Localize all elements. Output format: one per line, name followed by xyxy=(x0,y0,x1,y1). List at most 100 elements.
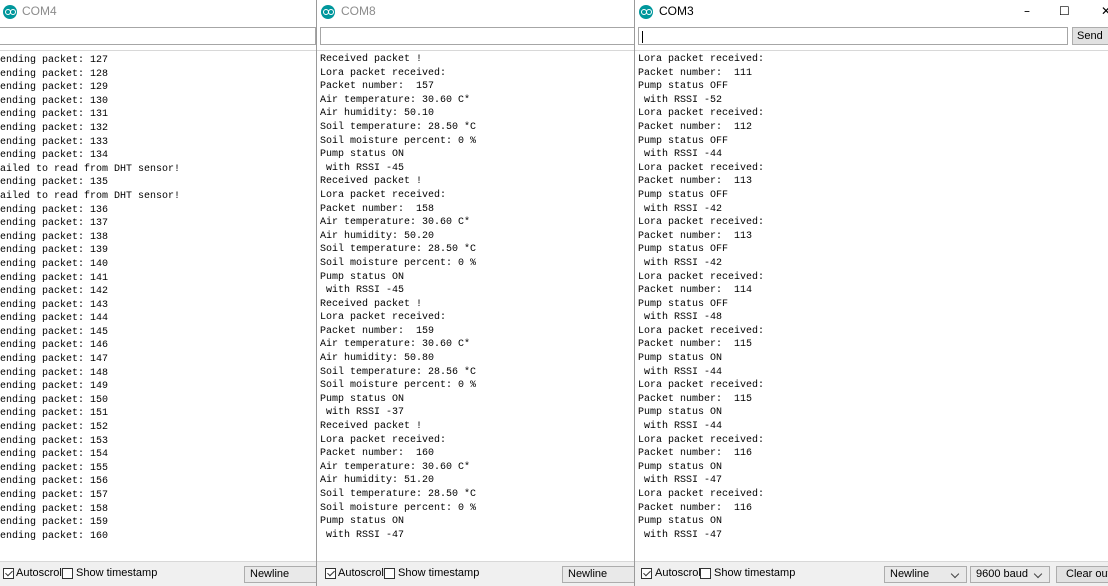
output-line: Lora packet received: xyxy=(320,312,447,324)
arduino-logo-icon xyxy=(3,5,17,19)
title-bar: COM8 xyxy=(317,0,635,24)
send-button[interactable]: Send xyxy=(1072,27,1108,45)
show-timestamp-label: Show timestamp xyxy=(714,567,796,579)
arduino-logo-icon xyxy=(321,5,335,19)
output-line: Soil moisture percent: 0 % xyxy=(320,502,477,514)
output-line: Failed to read from DHT sensor! xyxy=(0,190,181,202)
line-ending-select[interactable]: Newline xyxy=(244,566,316,583)
serial-output[interactable]: Lora packet received: Packet number: 111 P… xyxy=(635,50,1108,560)
output-line: Lora packet received: xyxy=(320,434,447,446)
serial-monitor-com8: COM8 Received packet ! Lora packet receiv… xyxy=(317,0,635,586)
send-input[interactable] xyxy=(320,27,635,45)
output-line: Sending packet: 153 xyxy=(0,435,109,447)
output-line: Lora packet received: xyxy=(638,54,765,65)
window-title: COM8 xyxy=(341,4,376,18)
output-line: Received packet ! xyxy=(320,176,423,188)
output-line: Lora packet received: xyxy=(638,489,765,500)
output-line: Lora packet received: xyxy=(638,108,765,120)
autoscroll-label: Autoscroll xyxy=(338,567,387,579)
output-line: Lora packet received: xyxy=(638,380,765,392)
show-timestamp-checkbox[interactable] xyxy=(62,568,73,579)
output-line: Pump status OFF xyxy=(638,298,729,310)
show-timestamp-label: Show timestamp xyxy=(76,567,158,579)
output-line: Lora packet received: xyxy=(638,271,765,283)
output-line: Sending packet: 129 xyxy=(0,82,109,94)
chevron-down-icon xyxy=(950,569,960,579)
output-line: Soil temperature: 28.50 *C xyxy=(320,244,477,256)
output-line: Lora packet received: xyxy=(638,325,765,337)
autoscroll-checkbox[interactable] xyxy=(641,568,652,579)
output-line: Packet number: 115 xyxy=(638,339,753,351)
output-lines: Lora packet received: Packet number: 111 P… xyxy=(638,53,764,542)
output-line: Lora packet received: xyxy=(638,162,765,174)
output-line: Packet number: 116 xyxy=(638,448,753,460)
output-lines: Received packet ! Lora packet received: Pa… xyxy=(320,53,476,542)
output-line: Packet number: 113 xyxy=(638,176,753,188)
output-line: Sending packet: 136 xyxy=(0,204,109,216)
show-timestamp-checkbox[interactable] xyxy=(700,568,711,579)
line-ending-value: Newline xyxy=(890,568,930,580)
output-line: Sending packet: 131 xyxy=(0,109,109,121)
clear-output-button[interactable]: Clear output xyxy=(1056,566,1108,583)
autoscroll-checkbox[interactable] xyxy=(3,568,14,579)
output-line: with RSSI -48 xyxy=(638,312,723,324)
output-line: Sending packet: 158 xyxy=(0,503,109,515)
output-line: with RSSI -42 xyxy=(638,257,723,269)
line-ending-value: Newline xyxy=(568,568,608,580)
output-line: Sending packet: 156 xyxy=(0,476,109,488)
send-input[interactable] xyxy=(0,27,316,45)
chevron-down-icon xyxy=(1033,569,1043,579)
line-ending-select[interactable]: Newline xyxy=(884,566,967,583)
output-line: Packet number: 157 xyxy=(320,81,435,93)
output-line: Sending packet: 155 xyxy=(0,462,109,474)
output-line: Sending packet: 152 xyxy=(0,422,109,434)
output-line: with RSSI -47 xyxy=(638,529,723,541)
show-timestamp-checkbox[interactable] xyxy=(384,568,395,579)
serial-output[interactable]: Sending packet: 127 Sending packet: 128 Se… xyxy=(0,50,316,560)
title-bar: COM3 – ☐ ✕ xyxy=(635,0,1108,24)
output-line: Sending packet: 133 xyxy=(0,136,109,148)
output-line: Pump status ON xyxy=(320,271,405,283)
output-line: Pump status OFF xyxy=(638,81,729,93)
output-line: Packet number: 113 xyxy=(638,230,753,242)
output-line: Received packet ! xyxy=(320,421,423,433)
output-line: with RSSI -37 xyxy=(320,407,405,419)
text-caret xyxy=(642,31,643,43)
minimize-icon[interactable]: – xyxy=(1024,4,1030,18)
output-line: with RSSI -42 xyxy=(638,203,723,215)
output-line: Soil moisture percent: 0 % xyxy=(320,380,477,392)
serial-monitor-com4: COM4 Sending packet: 127 Sending packet: … xyxy=(0,0,316,586)
output-line: Lora packet received: xyxy=(320,67,447,79)
output-line: Sending packet: 144 xyxy=(0,313,109,325)
bottom-bar: Autoscroll Show timestamp Newline xyxy=(317,561,635,586)
send-input[interactable] xyxy=(638,27,1068,45)
send-button-label: Send xyxy=(1077,30,1103,42)
output-line: Pump status ON xyxy=(320,516,405,528)
window-title: COM3 xyxy=(659,4,694,18)
output-line: Packet number: 159 xyxy=(320,325,435,337)
output-line: with RSSI -45 xyxy=(320,162,405,174)
output-line: Soil temperature: 28.56 *C xyxy=(320,366,477,378)
autoscroll-checkbox[interactable] xyxy=(325,568,336,579)
output-line: Sending packet: 127 xyxy=(0,55,109,66)
output-line: Air temperature: 30.60 C* xyxy=(320,461,471,473)
output-line: Air temperature: 30.60 C* xyxy=(320,339,471,351)
output-line: Pump status OFF xyxy=(638,244,729,256)
output-line: Sending packet: 128 xyxy=(0,68,109,80)
output-line: Failed to read from DHT sensor! xyxy=(0,163,181,175)
output-line: Sending packet: 130 xyxy=(0,95,109,107)
serial-output[interactable]: Received packet ! Lora packet received: Pa… xyxy=(317,50,635,560)
show-timestamp-label: Show timestamp xyxy=(398,567,480,579)
arduino-logo-icon xyxy=(639,5,653,19)
output-line: Air humidity: 50.80 xyxy=(320,353,435,365)
output-line: Packet number: 112 xyxy=(638,121,753,133)
clear-output-label: Clear output xyxy=(1066,568,1108,580)
output-line: Packet number: 115 xyxy=(638,393,753,405)
close-icon[interactable]: ✕ xyxy=(1101,4,1108,18)
output-line: Sending packet: 137 xyxy=(0,218,109,230)
output-line: Sending packet: 142 xyxy=(0,286,109,298)
line-ending-select[interactable]: Newline xyxy=(562,566,635,583)
maximize-icon[interactable]: ☐ xyxy=(1059,4,1070,18)
baud-rate-select[interactable]: 9600 baud xyxy=(970,566,1050,583)
output-line: with RSSI -47 xyxy=(320,529,405,541)
